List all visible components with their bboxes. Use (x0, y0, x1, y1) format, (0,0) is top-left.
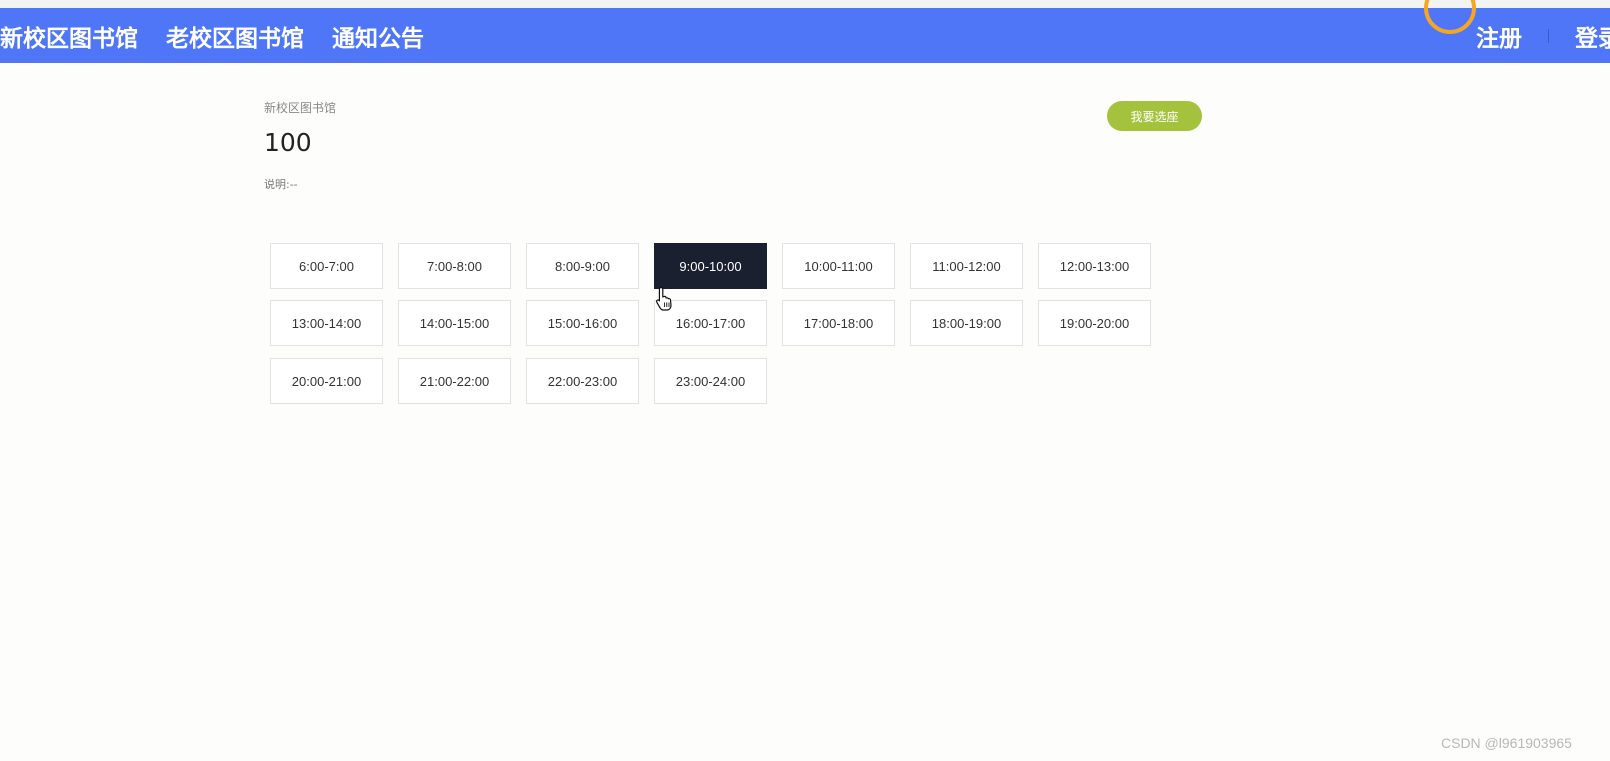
time-slot[interactable]: 7:00-8:00 (398, 243, 511, 289)
hand-cursor-icon (655, 286, 672, 311)
time-slot[interactable]: 14:00-15:00 (398, 300, 511, 346)
time-slot[interactable]: 23:00-24:00 (654, 358, 767, 404)
browser-top-strip (0, 0, 1610, 8)
page-title: 100 (264, 128, 312, 157)
register-link[interactable]: 注册 (1476, 19, 1522, 53)
logo-icon (1424, 0, 1476, 34)
nav-link-old-campus-library[interactable]: 老校区图书馆 (166, 19, 304, 53)
time-slot[interactable]: 13:00-14:00 (270, 300, 383, 346)
nav-right-group: 注册 登录 (1476, 8, 1610, 63)
nav-link-new-campus-library[interactable]: 新校区图书馆 (0, 19, 138, 53)
nav-divider (1548, 28, 1549, 43)
breadcrumb: 新校区图书馆 (264, 101, 337, 115)
time-slot[interactable]: 22:00-23:00 (526, 358, 639, 404)
time-slot-selected[interactable]: 9:00-10:00 (654, 243, 767, 289)
time-slot[interactable]: 17:00-18:00 (782, 300, 895, 346)
time-slot[interactable]: 6:00-7:00 (270, 243, 383, 289)
choose-seat-button[interactable]: 我要选座 (1107, 101, 1202, 131)
top-navbar: 新校区图书馆 老校区图书馆 通知公告 注册 登录 (0, 0, 1610, 63)
time-slot[interactable]: 18:00-19:00 (910, 300, 1023, 346)
time-slot[interactable]: 12:00-13:00 (1038, 243, 1151, 289)
time-slot[interactable]: 20:00-21:00 (270, 358, 383, 404)
time-slot[interactable]: 15:00-16:00 (526, 300, 639, 346)
time-slot[interactable]: 11:00-12:00 (910, 243, 1023, 289)
room-description: 说明:-- (264, 178, 298, 191)
nav-link-announcements[interactable]: 通知公告 (332, 19, 424, 53)
login-link[interactable]: 登录 (1575, 19, 1610, 53)
time-slot[interactable]: 8:00-9:00 (526, 243, 639, 289)
time-slot[interactable]: 19:00-20:00 (1038, 300, 1151, 346)
watermark: CSDN @l961903965 (1441, 735, 1572, 751)
nav-left-group: 新校区图书馆 老校区图书馆 通知公告 (0, 8, 452, 63)
time-slot[interactable]: 21:00-22:00 (398, 358, 511, 404)
time-slot[interactable]: 10:00-11:00 (782, 243, 895, 289)
